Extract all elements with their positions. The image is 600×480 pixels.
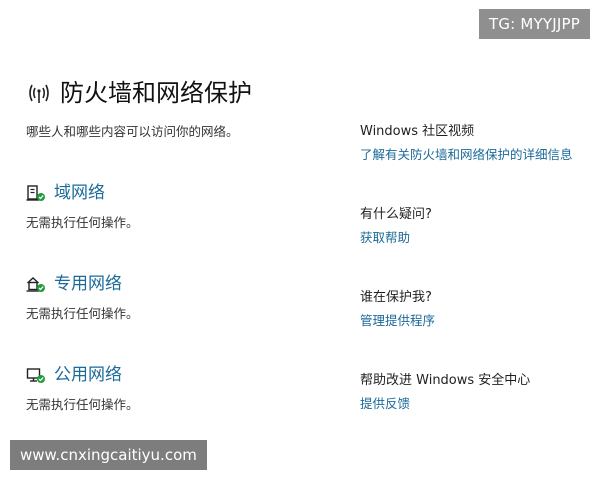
domain-network-section: 域网络 无需执行任何操作。	[26, 182, 139, 231]
side-section-feedback: 帮助改进 Windows 安全中心 提供反馈	[360, 372, 592, 412]
private-network-section: 专用网络 无需执行任何操作。	[26, 273, 139, 322]
private-network-icon	[26, 277, 45, 292]
private-network-status: 无需执行任何操作。	[26, 306, 139, 321]
watermark-url: www.cnxingcaitiyu.com	[10, 440, 207, 470]
page-header: 防火墙和网络保护	[26, 78, 252, 108]
give-feedback-link[interactable]: 提供反馈	[360, 396, 592, 412]
public-network-status: 无需执行任何操作。	[26, 397, 139, 412]
get-help-link[interactable]: 获取帮助	[360, 230, 592, 246]
side-heading-feedback: 帮助改进 Windows 安全中心	[360, 373, 531, 388]
side-section-community-videos: Windows 社区视频 了解有关防火墙和网络保护的详细信息	[360, 123, 592, 163]
domain-network-link[interactable]: 域网络	[54, 182, 105, 204]
domain-network-icon	[26, 185, 45, 201]
side-heading-questions: 有什么疑问?	[360, 207, 432, 222]
side-heading-who-protects: 谁在保护我?	[360, 290, 432, 305]
public-network-section: 公用网络 无需执行任何操作。	[26, 364, 139, 413]
tg-badge: TG: MYYJJPP	[478, 9, 590, 39]
wifi-signal-icon	[29, 84, 49, 103]
learn-more-link[interactable]: 了解有关防火墙和网络保护的详细信息	[360, 147, 592, 163]
page-subtitle: 哪些人和哪些内容可以访问你的网络。	[26, 124, 239, 139]
side-heading-community-videos: Windows 社区视频	[360, 124, 475, 139]
page-title: 防火墙和网络保护	[60, 79, 252, 107]
side-section-questions: 有什么疑问? 获取帮助	[360, 206, 592, 246]
side-section-who-protects: 谁在保护我? 管理提供程序	[360, 289, 592, 329]
domain-network-status: 无需执行任何操作。	[26, 215, 139, 230]
manage-providers-link[interactable]: 管理提供程序	[360, 313, 592, 329]
private-network-link[interactable]: 专用网络	[54, 273, 122, 295]
public-network-icon	[26, 368, 45, 383]
public-network-link[interactable]: 公用网络	[54, 364, 122, 386]
